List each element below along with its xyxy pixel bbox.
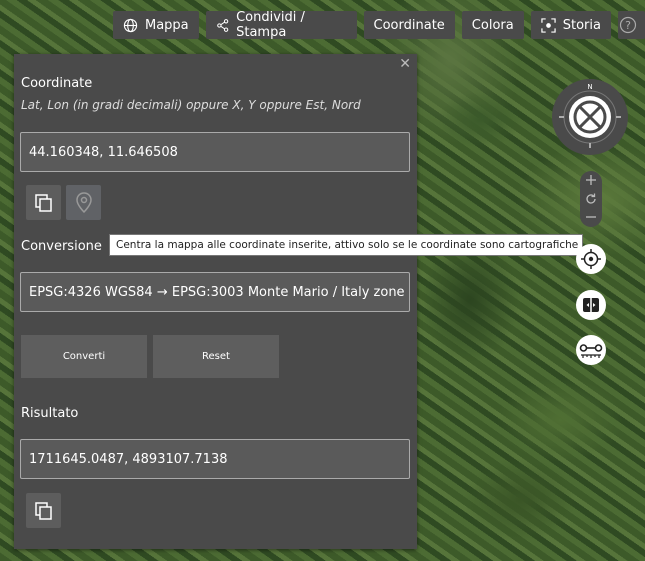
reset-rotation-icon[interactable] bbox=[586, 193, 596, 204]
storia-button[interactable]: Storia bbox=[530, 11, 611, 39]
coordinate-input[interactable]: 44.160348, 11.646508 bbox=[20, 132, 410, 172]
mappa-button[interactable]: Mappa bbox=[113, 11, 199, 39]
center-map-button[interactable] bbox=[66, 185, 101, 220]
conversion-select[interactable]: EPSG:4326 WGS84 → EPSG:3003 Monte Mario … bbox=[20, 272, 410, 312]
help-icon: ? bbox=[619, 16, 637, 34]
copy-coordinate-button[interactable] bbox=[26, 185, 61, 220]
crosshair-icon bbox=[581, 249, 601, 269]
storia-label: Storia bbox=[562, 17, 601, 33]
result-label: Risultato bbox=[21, 406, 79, 421]
measure-button[interactable] bbox=[576, 335, 606, 365]
result-field[interactable]: 1711645.0487, 4893107.7138 bbox=[20, 439, 410, 479]
storia-icon bbox=[541, 17, 556, 33]
top-toolbar: Mappa Condividi / Stampa Coordinate Colo… bbox=[113, 10, 645, 40]
copy-icon bbox=[34, 501, 52, 520]
conversion-label: Conversione bbox=[21, 239, 102, 254]
panel-title: Coordinate bbox=[21, 76, 93, 91]
close-icon[interactable]: ✕ bbox=[399, 56, 411, 72]
zoom-in-icon[interactable] bbox=[586, 175, 596, 185]
colora-label: Colora bbox=[471, 17, 514, 33]
split-view-button[interactable] bbox=[576, 290, 606, 320]
coordinate-button[interactable]: Coordinate bbox=[363, 11, 455, 39]
colora-button[interactable]: Colora bbox=[461, 11, 524, 39]
copy-result-button[interactable] bbox=[26, 493, 61, 528]
coordinate-label: Coordinate bbox=[373, 17, 445, 33]
reset-button[interactable]: Reset bbox=[153, 335, 279, 378]
compass[interactable]: N bbox=[552, 79, 628, 155]
share-icon bbox=[216, 18, 228, 32]
locate-button[interactable] bbox=[576, 244, 606, 274]
condividi-label: Condividi / Stampa bbox=[236, 10, 305, 40]
globe-icon bbox=[123, 18, 138, 32]
compass-north-label: N bbox=[587, 83, 592, 91]
zoom-control bbox=[580, 171, 602, 227]
help-button[interactable]: ? bbox=[617, 11, 645, 39]
svg-text:?: ? bbox=[625, 19, 631, 32]
coordinate-panel: ✕ Coordinate Lat, Lon (in gradi decimali… bbox=[14, 54, 417, 549]
compass-icon: N bbox=[559, 83, 621, 148]
map-pin-icon bbox=[75, 191, 92, 213]
measure-icon bbox=[579, 344, 603, 358]
condividi-stampa-button[interactable]: Condividi / Stampa bbox=[205, 10, 357, 40]
mappa-label: Mappa bbox=[145, 17, 189, 33]
panel-subtitle: Lat, Lon (in gradi decimali) oppure X, Y… bbox=[21, 98, 361, 112]
converti-button[interactable]: Converti bbox=[21, 335, 147, 378]
center-map-tooltip: Centra la mappa alle coordinate inserite… bbox=[109, 234, 583, 256]
split-view-icon bbox=[583, 296, 599, 314]
copy-icon bbox=[34, 193, 52, 212]
